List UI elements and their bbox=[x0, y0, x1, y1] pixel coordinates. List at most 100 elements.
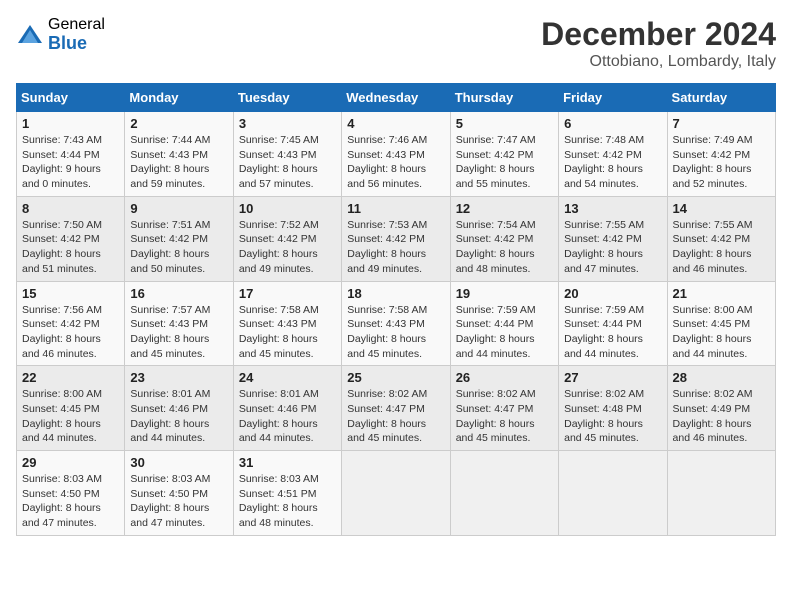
day-number: 29 bbox=[22, 455, 119, 470]
calendar-cell: 7 Sunrise: 7:49 AM Sunset: 4:42 PM Dayli… bbox=[667, 112, 775, 197]
sunrise-label: Sunrise: 8:03 AM bbox=[130, 473, 210, 485]
day-info: Sunrise: 7:52 AM Sunset: 4:42 PM Dayligh… bbox=[239, 218, 336, 277]
calendar-week-row: 29 Sunrise: 8:03 AM Sunset: 4:50 PM Dayl… bbox=[17, 451, 776, 536]
sunset-label: Sunset: 4:43 PM bbox=[239, 318, 317, 330]
day-number: 12 bbox=[456, 201, 553, 216]
sunset-label: Sunset: 4:47 PM bbox=[456, 403, 534, 415]
sunrise-label: Sunrise: 7:59 AM bbox=[456, 304, 536, 316]
sunrise-label: Sunrise: 7:50 AM bbox=[22, 219, 102, 231]
daylight-label: Daylight: 8 hours and 57 minutes. bbox=[239, 163, 318, 190]
day-number: 17 bbox=[239, 286, 336, 301]
sunset-label: Sunset: 4:42 PM bbox=[239, 233, 317, 245]
sunset-label: Sunset: 4:43 PM bbox=[130, 318, 208, 330]
sunset-label: Sunset: 4:45 PM bbox=[673, 318, 751, 330]
day-info: Sunrise: 8:03 AM Sunset: 4:50 PM Dayligh… bbox=[130, 472, 227, 531]
sunset-label: Sunset: 4:42 PM bbox=[564, 149, 642, 161]
daylight-label: Daylight: 8 hours and 45 minutes. bbox=[347, 333, 426, 360]
calendar-cell: 2 Sunrise: 7:44 AM Sunset: 4:43 PM Dayli… bbox=[125, 112, 233, 197]
calendar-cell: 10 Sunrise: 7:52 AM Sunset: 4:42 PM Dayl… bbox=[233, 196, 341, 281]
day-info: Sunrise: 8:00 AM Sunset: 4:45 PM Dayligh… bbox=[22, 387, 119, 446]
sunset-label: Sunset: 4:42 PM bbox=[673, 149, 751, 161]
day-info: Sunrise: 7:58 AM Sunset: 4:43 PM Dayligh… bbox=[347, 303, 444, 362]
calendar-cell: 29 Sunrise: 8:03 AM Sunset: 4:50 PM Dayl… bbox=[17, 451, 125, 536]
column-header-thursday: Thursday bbox=[450, 84, 558, 112]
column-header-saturday: Saturday bbox=[667, 84, 775, 112]
calendar-week-row: 15 Sunrise: 7:56 AM Sunset: 4:42 PM Dayl… bbox=[17, 281, 776, 366]
calendar-week-row: 22 Sunrise: 8:00 AM Sunset: 4:45 PM Dayl… bbox=[17, 366, 776, 451]
day-number: 26 bbox=[456, 370, 553, 385]
calendar-cell: 13 Sunrise: 7:55 AM Sunset: 4:42 PM Dayl… bbox=[559, 196, 667, 281]
sunset-label: Sunset: 4:46 PM bbox=[130, 403, 208, 415]
day-number: 7 bbox=[673, 116, 770, 131]
day-number: 28 bbox=[673, 370, 770, 385]
day-info: Sunrise: 8:02 AM Sunset: 4:48 PM Dayligh… bbox=[564, 387, 661, 446]
day-info: Sunrise: 7:43 AM Sunset: 4:44 PM Dayligh… bbox=[22, 133, 119, 192]
calendar-cell: 18 Sunrise: 7:58 AM Sunset: 4:43 PM Dayl… bbox=[342, 281, 450, 366]
day-info: Sunrise: 7:48 AM Sunset: 4:42 PM Dayligh… bbox=[564, 133, 661, 192]
day-number: 23 bbox=[130, 370, 227, 385]
sunrise-label: Sunrise: 7:45 AM bbox=[239, 134, 319, 146]
sunrise-label: Sunrise: 7:43 AM bbox=[22, 134, 102, 146]
day-number: 20 bbox=[564, 286, 661, 301]
sunrise-label: Sunrise: 8:02 AM bbox=[347, 388, 427, 400]
day-number: 4 bbox=[347, 116, 444, 131]
day-number: 3 bbox=[239, 116, 336, 131]
month-title: December 2024 bbox=[541, 16, 776, 53]
daylight-label: Daylight: 8 hours and 55 minutes. bbox=[456, 163, 535, 190]
daylight-label: Daylight: 8 hours and 49 minutes. bbox=[347, 248, 426, 275]
sunset-label: Sunset: 4:45 PM bbox=[22, 403, 100, 415]
daylight-label: Daylight: 9 hours and 0 minutes. bbox=[22, 163, 101, 190]
calendar-cell: 11 Sunrise: 7:53 AM Sunset: 4:42 PM Dayl… bbox=[342, 196, 450, 281]
daylight-label: Daylight: 8 hours and 45 minutes. bbox=[564, 418, 643, 445]
day-info: Sunrise: 8:01 AM Sunset: 4:46 PM Dayligh… bbox=[239, 387, 336, 446]
sunrise-label: Sunrise: 7:59 AM bbox=[564, 304, 644, 316]
day-number: 31 bbox=[239, 455, 336, 470]
day-info: Sunrise: 8:03 AM Sunset: 4:50 PM Dayligh… bbox=[22, 472, 119, 531]
daylight-label: Daylight: 8 hours and 47 minutes. bbox=[564, 248, 643, 275]
calendar-cell: 8 Sunrise: 7:50 AM Sunset: 4:42 PM Dayli… bbox=[17, 196, 125, 281]
sunset-label: Sunset: 4:43 PM bbox=[347, 149, 425, 161]
day-number: 2 bbox=[130, 116, 227, 131]
sunrise-label: Sunrise: 7:44 AM bbox=[130, 134, 210, 146]
sunset-label: Sunset: 4:46 PM bbox=[239, 403, 317, 415]
sunset-label: Sunset: 4:42 PM bbox=[456, 233, 534, 245]
calendar-cell: 27 Sunrise: 8:02 AM Sunset: 4:48 PM Dayl… bbox=[559, 366, 667, 451]
calendar: SundayMondayTuesdayWednesdayThursdayFrid… bbox=[16, 83, 776, 536]
page-header: General Blue December 2024 Ottobiano, Lo… bbox=[16, 16, 776, 71]
column-header-tuesday: Tuesday bbox=[233, 84, 341, 112]
daylight-label: Daylight: 8 hours and 54 minutes. bbox=[564, 163, 643, 190]
day-info: Sunrise: 7:59 AM Sunset: 4:44 PM Dayligh… bbox=[456, 303, 553, 362]
day-info: Sunrise: 8:01 AM Sunset: 4:46 PM Dayligh… bbox=[130, 387, 227, 446]
sunrise-label: Sunrise: 7:55 AM bbox=[564, 219, 644, 231]
column-header-sunday: Sunday bbox=[17, 84, 125, 112]
sunrise-label: Sunrise: 7:53 AM bbox=[347, 219, 427, 231]
daylight-label: Daylight: 8 hours and 45 minutes. bbox=[347, 418, 426, 445]
sunset-label: Sunset: 4:44 PM bbox=[564, 318, 642, 330]
calendar-cell bbox=[667, 451, 775, 536]
calendar-cell bbox=[450, 451, 558, 536]
sunrise-label: Sunrise: 8:02 AM bbox=[564, 388, 644, 400]
daylight-label: Daylight: 8 hours and 44 minutes. bbox=[673, 333, 752, 360]
day-info: Sunrise: 7:55 AM Sunset: 4:42 PM Dayligh… bbox=[564, 218, 661, 277]
calendar-week-row: 8 Sunrise: 7:50 AM Sunset: 4:42 PM Dayli… bbox=[17, 196, 776, 281]
day-number: 27 bbox=[564, 370, 661, 385]
calendar-cell: 26 Sunrise: 8:02 AM Sunset: 4:47 PM Dayl… bbox=[450, 366, 558, 451]
sunset-label: Sunset: 4:42 PM bbox=[673, 233, 751, 245]
calendar-cell: 17 Sunrise: 7:58 AM Sunset: 4:43 PM Dayl… bbox=[233, 281, 341, 366]
day-number: 5 bbox=[456, 116, 553, 131]
day-number: 13 bbox=[564, 201, 661, 216]
sunset-label: Sunset: 4:42 PM bbox=[347, 233, 425, 245]
sunset-label: Sunset: 4:47 PM bbox=[347, 403, 425, 415]
logo-icon bbox=[16, 21, 44, 49]
sunrise-label: Sunrise: 8:00 AM bbox=[22, 388, 102, 400]
day-number: 15 bbox=[22, 286, 119, 301]
day-info: Sunrise: 8:03 AM Sunset: 4:51 PM Dayligh… bbox=[239, 472, 336, 531]
calendar-cell: 24 Sunrise: 8:01 AM Sunset: 4:46 PM Dayl… bbox=[233, 366, 341, 451]
sunset-label: Sunset: 4:50 PM bbox=[130, 488, 208, 500]
calendar-cell: 1 Sunrise: 7:43 AM Sunset: 4:44 PM Dayli… bbox=[17, 112, 125, 197]
daylight-label: Daylight: 8 hours and 51 minutes. bbox=[22, 248, 101, 275]
sunset-label: Sunset: 4:43 PM bbox=[347, 318, 425, 330]
day-info: Sunrise: 8:02 AM Sunset: 4:49 PM Dayligh… bbox=[673, 387, 770, 446]
daylight-label: Daylight: 8 hours and 44 minutes. bbox=[564, 333, 643, 360]
daylight-label: Daylight: 8 hours and 48 minutes. bbox=[456, 248, 535, 275]
